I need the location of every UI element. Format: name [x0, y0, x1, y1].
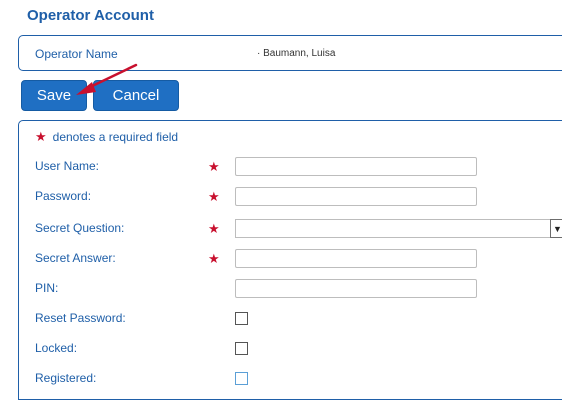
secret-answer-input[interactable]	[235, 249, 477, 268]
secret-question-select[interactable]: ▼	[235, 219, 562, 238]
pin-input[interactable]	[235, 279, 477, 298]
required-note: ★ denotes a required field	[35, 129, 178, 145]
chevron-down-icon[interactable]: ▼	[550, 219, 562, 238]
operator-name-label: Operator Name	[35, 47, 118, 61]
reset-password-row: Reset Password:	[19, 309, 562, 329]
registered-row: Registered:	[19, 369, 562, 389]
required-star-icon: ★	[208, 159, 220, 174]
user-name-label: User Name:	[35, 159, 100, 173]
user-name-row: User Name: ★	[19, 157, 562, 177]
registered-checkbox[interactable]	[235, 372, 248, 385]
required-star-icon: ★	[208, 189, 220, 204]
locked-row: Locked:	[19, 339, 562, 359]
annotation-arrow-icon	[76, 63, 138, 95]
secret-answer-row: Secret Answer: ★	[19, 249, 562, 269]
page-title: Operator Account	[27, 7, 154, 24]
secret-question-row: Secret Question: ★ ▼	[19, 219, 562, 239]
pin-label: PIN:	[35, 281, 59, 295]
user-name-input[interactable]	[235, 157, 477, 176]
account-form: ★ denotes a required field User Name: ★ …	[18, 120, 562, 400]
operator-name-value: · Baumann, Luisa	[257, 48, 336, 59]
locked-checkbox[interactable]	[235, 342, 248, 355]
reset-password-label: Reset Password:	[35, 311, 126, 325]
required-note-text: denotes a required field	[52, 130, 179, 144]
password-label: Password:	[35, 189, 92, 203]
required-star-icon: ★	[35, 129, 47, 144]
secret-answer-label: Secret Answer:	[35, 251, 116, 265]
required-star-icon: ★	[208, 251, 220, 266]
password-row: Password: ★	[19, 187, 562, 207]
locked-label: Locked:	[35, 341, 78, 355]
required-star-icon: ★	[208, 221, 220, 236]
reset-password-checkbox[interactable]	[235, 312, 248, 325]
password-input[interactable]	[235, 187, 477, 206]
registered-label: Registered:	[35, 371, 97, 385]
secret-question-label: Secret Question:	[35, 221, 125, 235]
pin-row: PIN:	[19, 279, 562, 299]
